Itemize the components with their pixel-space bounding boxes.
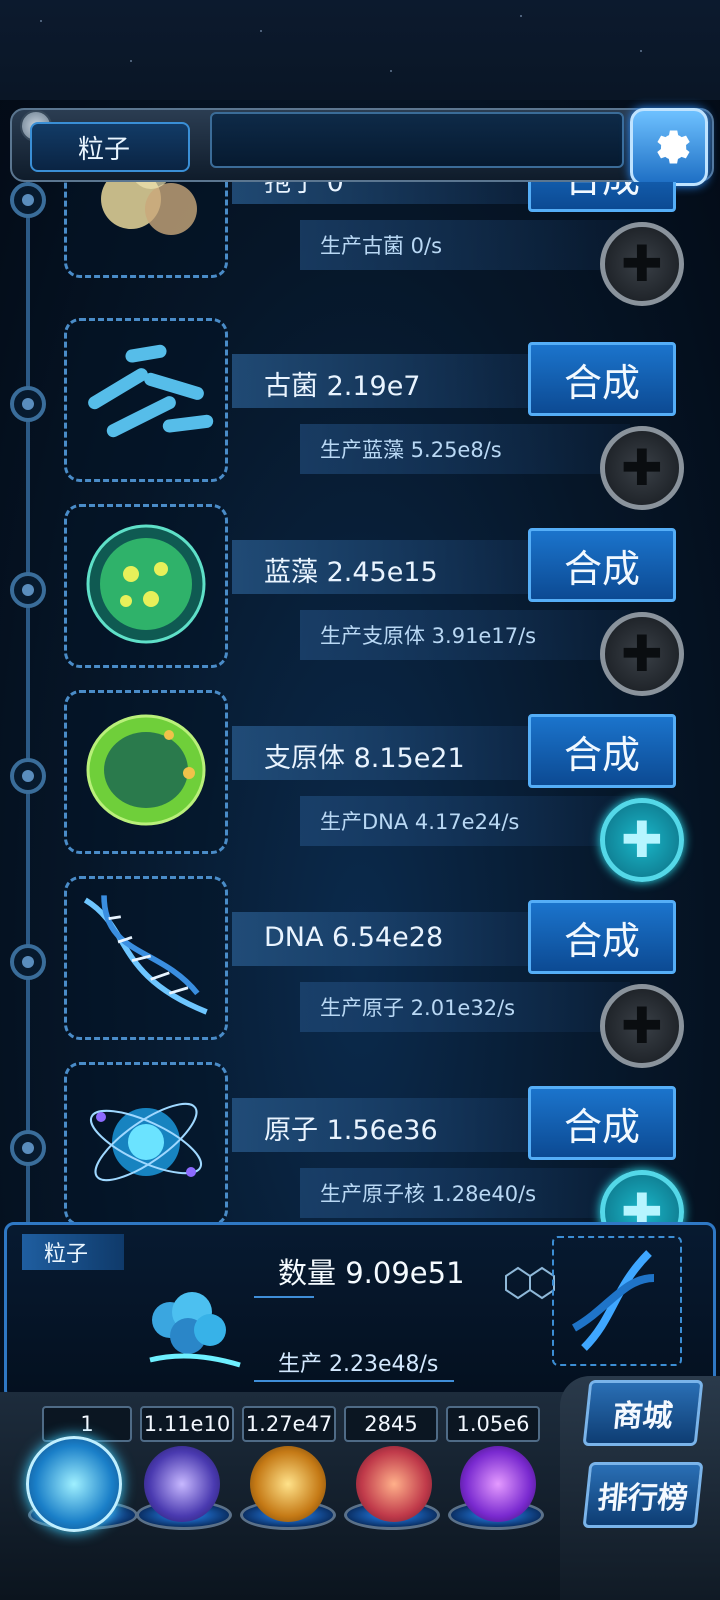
gear-icon bbox=[657, 130, 690, 164]
resource-value-particle: 1 bbox=[42, 1406, 132, 1442]
rail-node bbox=[10, 944, 46, 980]
fire-orb-icon[interactable] bbox=[250, 1446, 326, 1522]
plus-icon: ✚ bbox=[621, 235, 663, 293]
synthesize-button[interactable]: 合成 bbox=[528, 182, 676, 212]
synthesize-button[interactable]: 合成 bbox=[528, 1086, 676, 1160]
lightning-orb-icon[interactable] bbox=[144, 1446, 220, 1522]
item-name: 古菌 2.19e7 bbox=[264, 371, 421, 402]
list-item-cyanobacteria: 蓝藻 2.45e15 生产支原体 3.91e17/s 合成 ✚ bbox=[0, 492, 720, 696]
settings-button[interactable] bbox=[630, 108, 708, 186]
particle-cluster-icon bbox=[130, 1280, 260, 1374]
archaea-icon bbox=[76, 328, 216, 468]
item-name: 孢子 0 bbox=[264, 182, 344, 198]
plus-icon: ✚ bbox=[621, 811, 663, 869]
list-item-dna: DNA 6.54e28 生产原子 2.01e32/s 合成 ✚ bbox=[0, 864, 720, 1068]
leaderboard-button[interactable]: 排行榜 bbox=[582, 1462, 704, 1528]
item-name: 支原体 8.15e21 bbox=[264, 743, 465, 774]
cyanobacteria-icon bbox=[76, 514, 216, 654]
item-production: 生产古菌 0/s bbox=[320, 234, 443, 258]
rail-node bbox=[10, 182, 46, 218]
page-title: 粒子 bbox=[30, 122, 190, 172]
list-item-mycoplasma: 支原体 8.15e21 生产DNA 4.17e24/s 合成 ✚ bbox=[0, 678, 720, 882]
plus-icon: ✚ bbox=[621, 1183, 663, 1222]
plus-icon: ✚ bbox=[621, 439, 663, 497]
item-production: 生产蓝藻 5.25e8/s bbox=[320, 438, 502, 462]
list-item-archaea: 古菌 2.19e7 生产蓝藻 5.25e8/s 合成 ✚ bbox=[0, 306, 720, 510]
mycoplasma-icon bbox=[76, 700, 216, 840]
plus-icon: ✚ bbox=[621, 997, 663, 1055]
spore-icon bbox=[76, 182, 216, 264]
resource-value-brain: 2845 bbox=[344, 1406, 438, 1442]
space-background bbox=[0, 0, 720, 100]
item-list: 孢子 0 生产古菌 0/s 合成 ✚ 古菌 2.19e7 生产蓝藻 5.25e8… bbox=[0, 182, 720, 1222]
item-name: 原子 1.56e36 bbox=[264, 1115, 438, 1146]
synthesize-button[interactable]: 合成 bbox=[528, 714, 676, 788]
production-label: 生产 2.23e48/s bbox=[278, 1352, 439, 1377]
rail-node bbox=[10, 758, 46, 794]
list-item-atom: 原子 1.56e36 生产原子核 1.28e40/s 合成 ✚ bbox=[0, 1050, 720, 1222]
synthesize-button[interactable]: 合成 bbox=[528, 900, 676, 974]
dna-icon bbox=[76, 886, 216, 1026]
quantity-label: 数量 9.09e51 bbox=[278, 1256, 465, 1290]
item-production: 生产DNA 4.17e24/s bbox=[320, 810, 520, 834]
resource-value-lightning: 1.11e10 bbox=[140, 1406, 234, 1442]
item-name: 蓝藻 2.45e15 bbox=[264, 557, 438, 588]
synthesize-button[interactable]: 合成 bbox=[528, 528, 676, 602]
item-production: 生产原子核 1.28e40/s bbox=[320, 1182, 537, 1206]
rail-node bbox=[10, 386, 46, 422]
vortex-orb-icon[interactable] bbox=[460, 1446, 536, 1522]
rail-node bbox=[10, 1130, 46, 1166]
panel-tag: 粒子 bbox=[22, 1234, 124, 1270]
list-item-spore: 孢子 0 生产古菌 0/s 合成 ✚ bbox=[0, 182, 720, 306]
upgrade-plus-button[interactable]: ✚ bbox=[600, 222, 684, 306]
brain-orb-icon[interactable] bbox=[356, 1446, 432, 1522]
item-production: 生产支原体 3.91e17/s bbox=[320, 624, 537, 648]
item-name: DNA 6.54e28 bbox=[264, 922, 444, 953]
synthesize-button[interactable]: 合成 bbox=[528, 342, 676, 416]
rail-node bbox=[10, 572, 46, 608]
dna-emblem-icon bbox=[552, 1236, 682, 1366]
plus-icon: ✚ bbox=[621, 625, 663, 683]
atom-icon bbox=[76, 1072, 216, 1212]
shop-button[interactable]: 商城 bbox=[582, 1380, 704, 1446]
resource-value-fire: 1.27e47 bbox=[242, 1406, 336, 1442]
resource-value-vortex: 1.05e6 bbox=[446, 1406, 540, 1442]
particle-orb-icon[interactable] bbox=[26, 1436, 122, 1532]
item-production: 生产原子 2.01e32/s bbox=[320, 996, 516, 1020]
top-bar: 粒子 bbox=[10, 100, 714, 186]
